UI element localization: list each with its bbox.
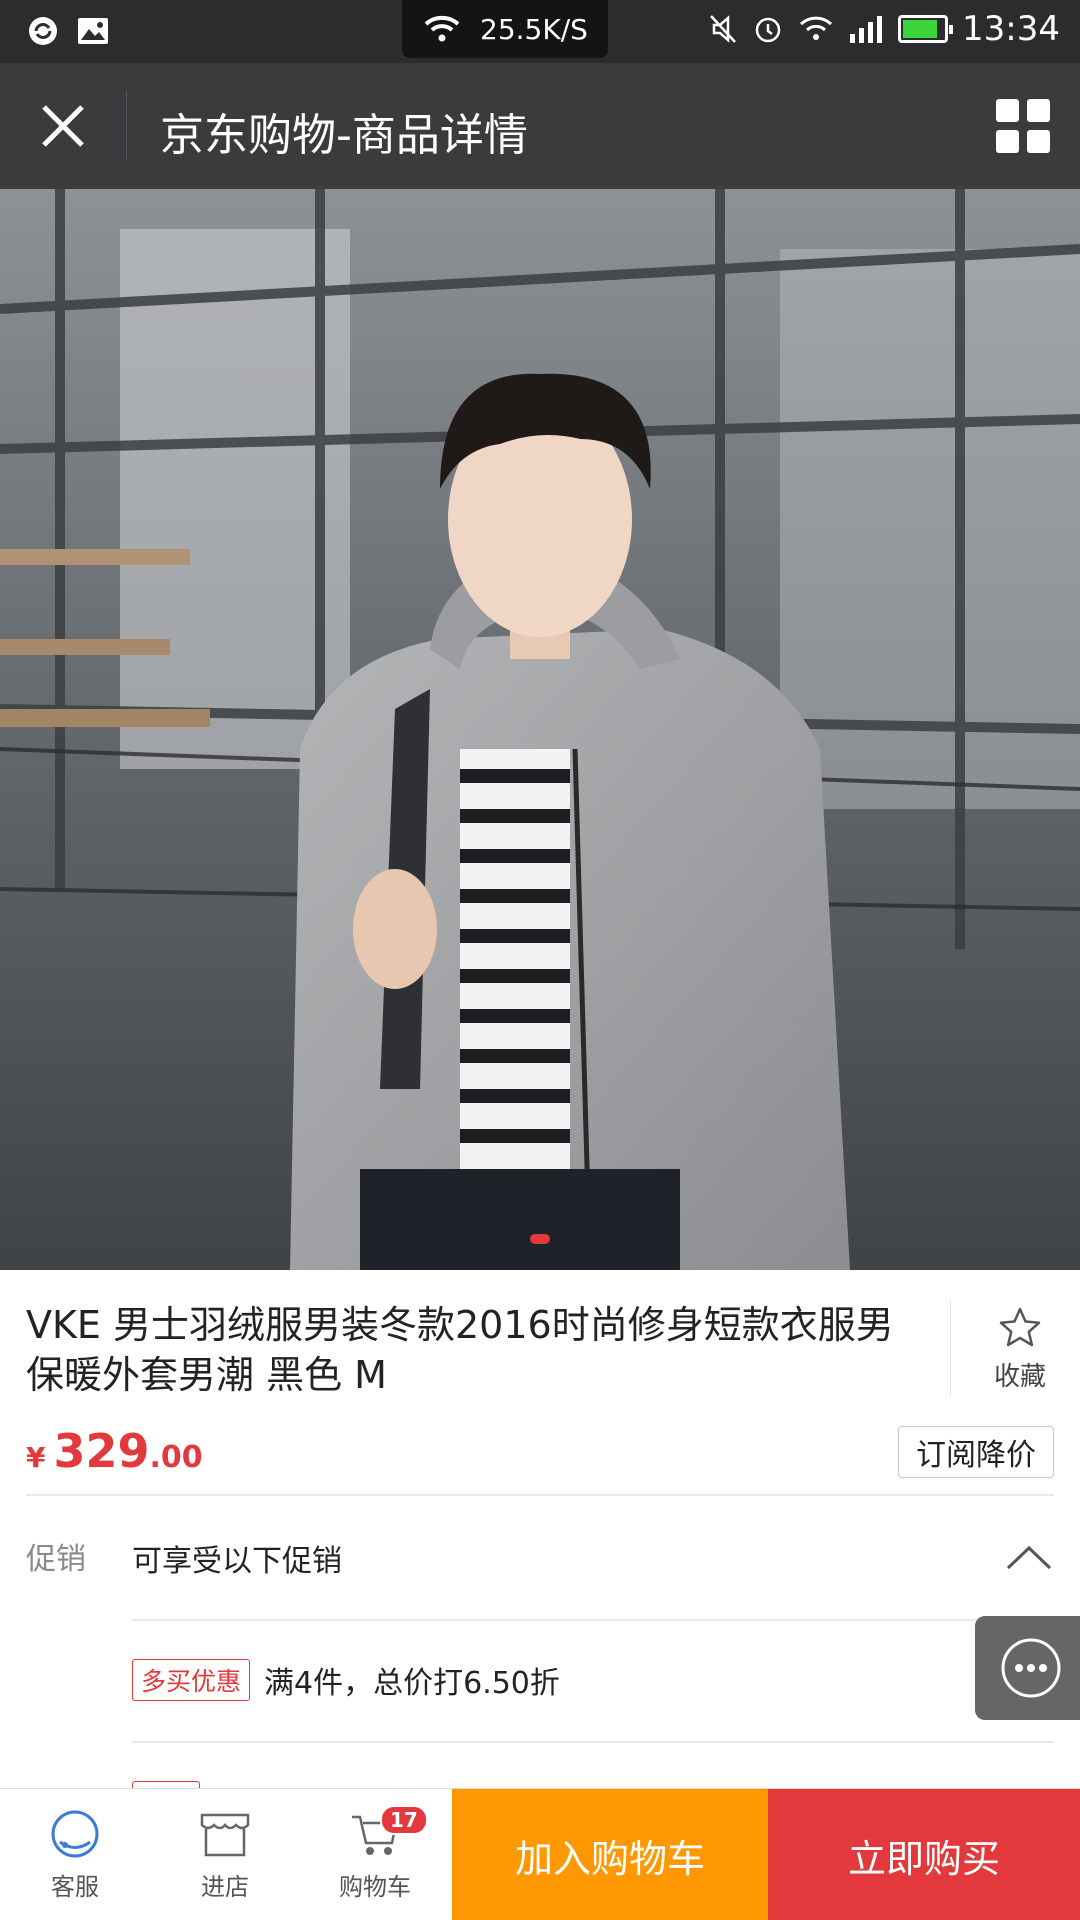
network-speed: 25.5K/S <box>402 0 608 58</box>
signal-icon <box>850 16 883 43</box>
close-icon <box>42 105 84 147</box>
grid-icon <box>996 130 1019 153</box>
divider <box>26 1494 1054 1496</box>
floating-chat-button[interactable] <box>975 1616 1080 1720</box>
promotion-collapse-button[interactable] <box>1004 1538 1054 1578</box>
title-divider <box>126 91 127 161</box>
price-currency: ¥ <box>26 1441 46 1474</box>
promotion-tag: 多买优惠 <box>132 1659 251 1701</box>
clock: 13:34 <box>962 9 1060 49</box>
alarm-icon <box>755 17 781 43</box>
image-icon <box>78 18 108 44</box>
gallery-indicator <box>530 1234 550 1244</box>
grid-icon <box>1027 130 1050 153</box>
store-icon <box>200 1813 250 1856</box>
product-title: VKE 男士羽绒服男装冬款2016时尚修身短款衣服男保暖外套男潮 黑色 M <box>26 1303 894 1397</box>
price-integer: 329 <box>53 1424 150 1478</box>
favorite-label: 收藏 <box>993 1362 1046 1392</box>
title-bar: 京东购物-商品详情 <box>0 63 1080 189</box>
grid-icon <box>996 99 1019 122</box>
star-icon <box>999 1307 1041 1347</box>
product-photo <box>0 189 1080 1270</box>
close-button[interactable] <box>24 87 102 165</box>
chevron-up-icon <box>1006 1545 1052 1570</box>
price-decimal: .00 <box>149 1440 203 1475</box>
menu-grid-button[interactable] <box>990 93 1056 159</box>
favorite-divider <box>950 1300 951 1396</box>
page-title: 京东购物-商品详情 <box>160 110 528 161</box>
customer-service-button[interactable]: 客服 <box>0 1789 150 1920</box>
add-to-cart-button[interactable]: 加入购物车 <box>452 1789 768 1920</box>
buy-now-button[interactable]: 立即购买 <box>768 1789 1080 1920</box>
grid-icon <box>1027 99 1050 122</box>
wifi-icon <box>424 15 460 42</box>
store-button[interactable]: 进店 <box>150 1789 300 1920</box>
wifi-icon <box>799 16 833 40</box>
battery-icon <box>898 15 954 43</box>
product-price: ¥329.00 <box>26 1424 203 1478</box>
favorite-button[interactable]: 收藏 <box>975 1306 1065 1396</box>
cart-label: 购物车 <box>339 1872 411 1901</box>
net-speed-text: 25.5K/S <box>480 12 588 46</box>
store-label: 进店 <box>201 1872 249 1901</box>
cart-button[interactable]: 购物车 17 <box>300 1789 450 1920</box>
promotion-title: 可享受以下促销 <box>132 1544 342 1579</box>
more-dots-icon <box>1001 1638 1061 1698</box>
promotion-text: 满4件，总价打6.50折 <box>264 1666 560 1701</box>
subscribe-price-drop-button[interactable]: 订阅降价 <box>898 1426 1054 1478</box>
cart-count-badge: 17 <box>380 1805 428 1835</box>
promotion-item[interactable]: 多买优惠 满4件，总价打6.50折 <box>132 1658 560 1702</box>
divider <box>132 1741 1054 1743</box>
customer-service-label: 客服 <box>51 1872 99 1901</box>
promotion-label: 促销 <box>26 1542 86 1577</box>
status-bar: 25.5K/S 13:34 <box>0 0 1080 63</box>
sync-icon <box>29 17 57 45</box>
mute-icon <box>710 15 736 43</box>
customer-service-icon <box>51 1810 99 1857</box>
product-image-gallery[interactable] <box>0 189 1080 1270</box>
bottom-action-bar: 客服 进店 购物车 17 加入购物车 立即购买 <box>0 1788 1080 1920</box>
divider <box>132 1619 1054 1621</box>
gallery-dot-active <box>530 1234 550 1244</box>
